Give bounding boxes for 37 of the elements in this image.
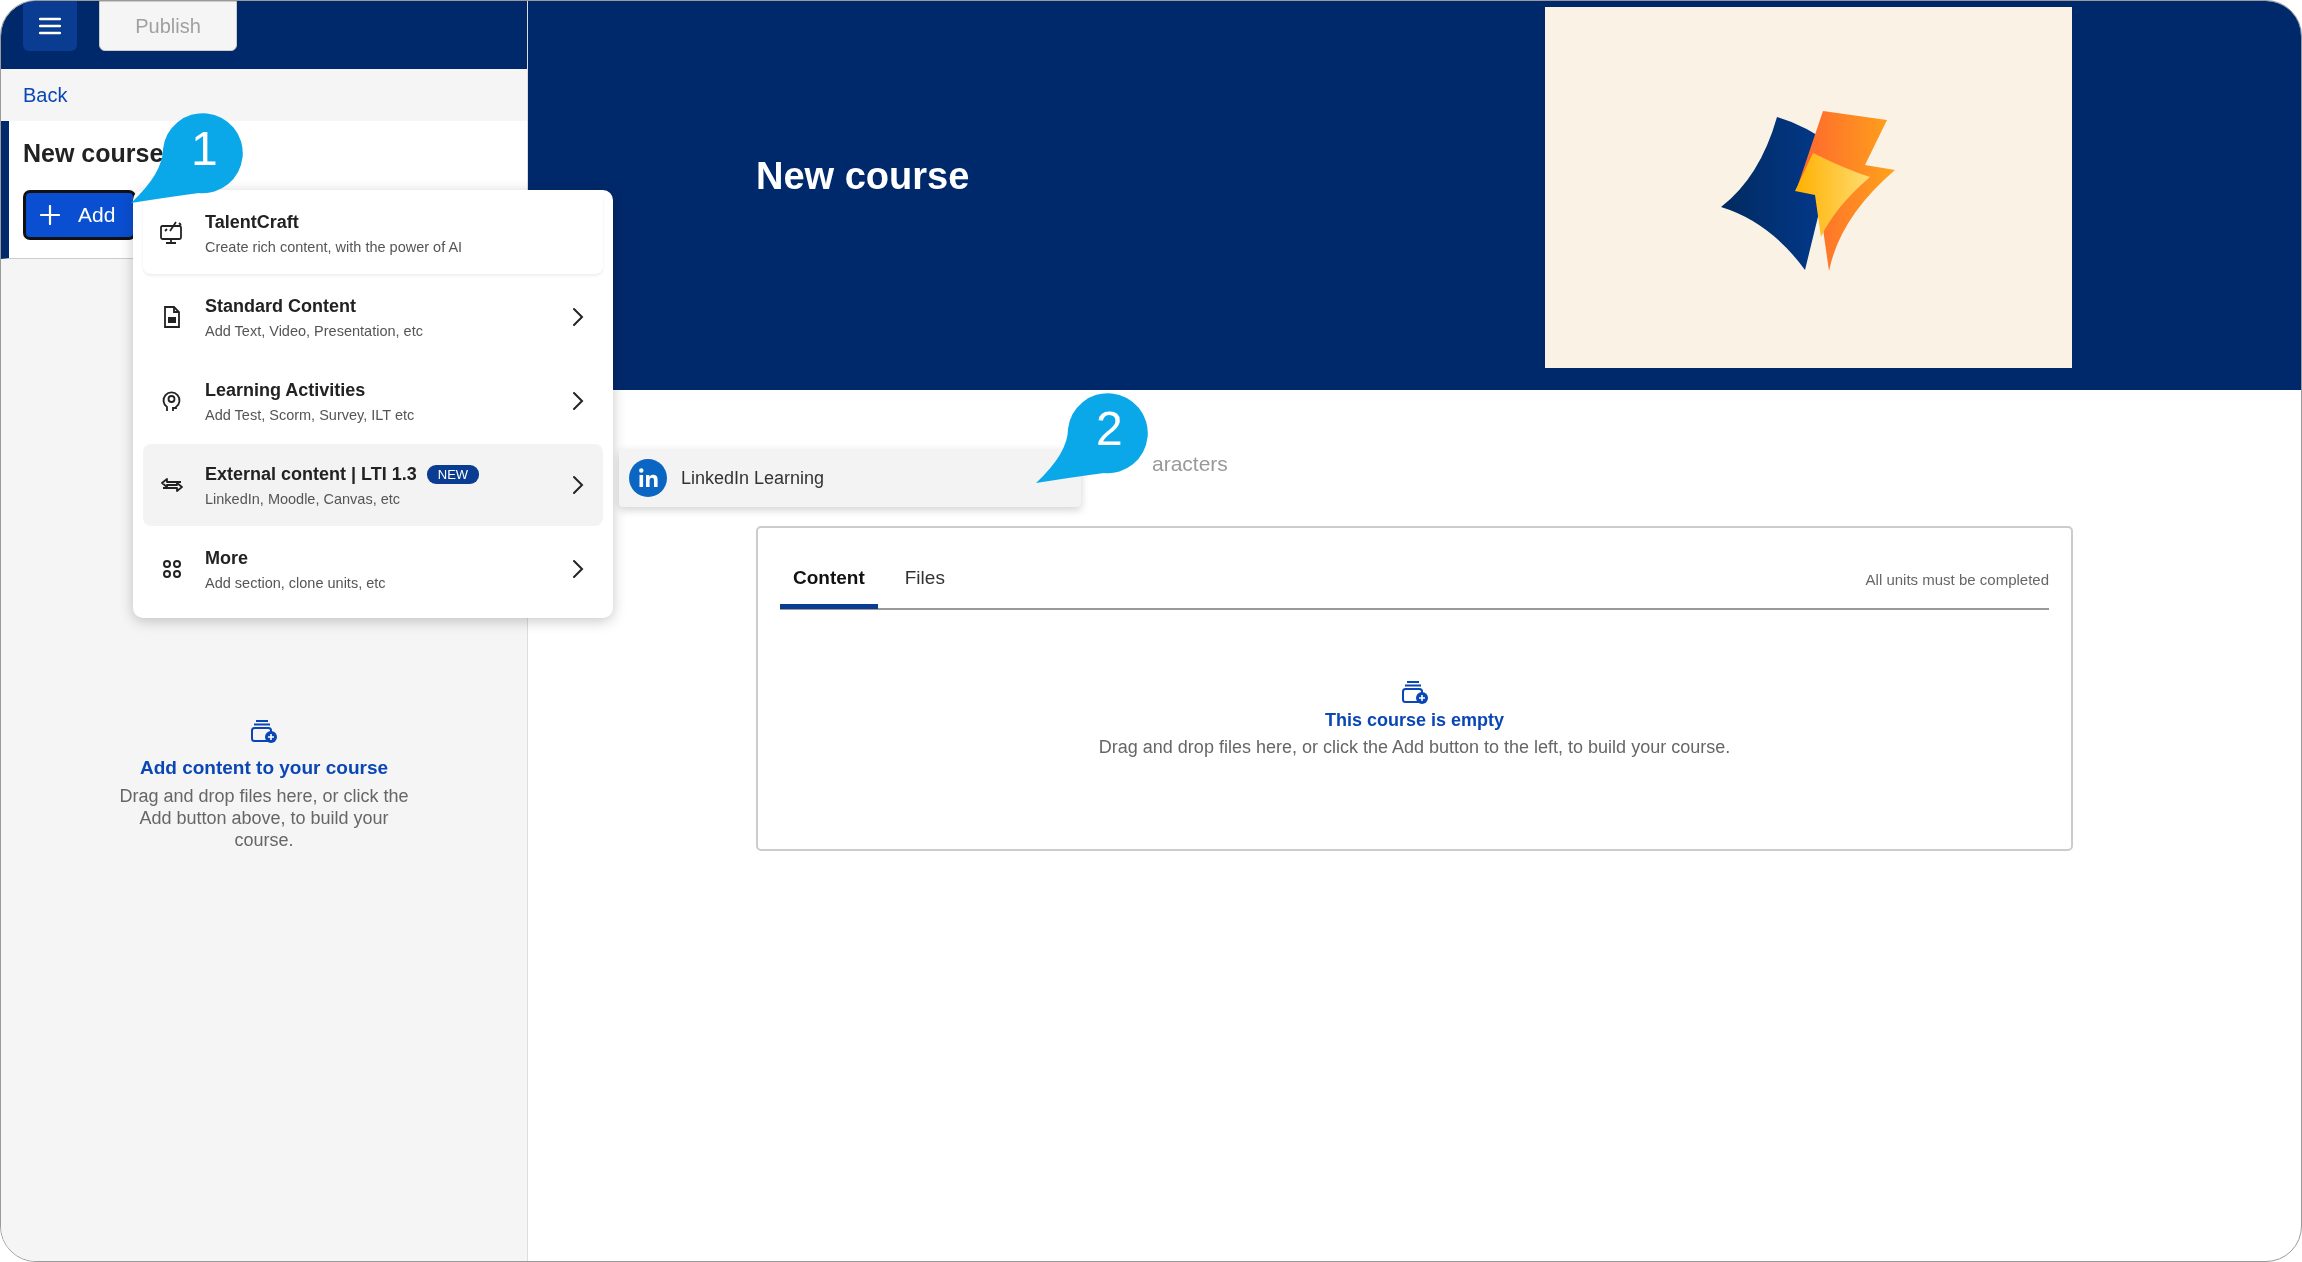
course-title: New course [23,139,164,168]
menu-item[interactable]: Learning Activities Add Test, Scorm, Survey, ILT etc [143,360,603,442]
menu-item-title: Learning Activities [205,379,366,401]
menu-item-description: Create rich content, with the power of AI [205,238,464,255]
add-button[interactable]: Add [23,190,137,240]
tab[interactable]: Files [891,551,958,609]
monitor-sparkle-icon [159,221,185,245]
empty-title: This course is empty [1324,710,1505,731]
empty-title: Add content to your course [139,757,389,779]
menu-item-title: TalentCraft [205,211,299,233]
empty-description: Drag and drop files here, or click the Add button to the left, to build your course. [1098,737,1731,758]
menu-item-description: Add Text, Video, Presentation, etc [205,322,424,339]
menu-item-description: LinkedIn, Moodle, Canvas, etc [205,490,402,507]
stack-add-icon [1400,680,1429,704]
menu-item-title: External content | LTI 1.3 [205,463,417,485]
new-badge: NEW [426,464,480,484]
menu-button[interactable] [23,1,77,51]
menu-item-title: More [205,547,248,569]
completion-rule: All units must be completed [1865,570,2049,588]
plus-icon [40,205,60,225]
linkedin-icon [629,459,667,497]
stack-add-icon [250,719,278,743]
tab[interactable]: Content [780,551,878,609]
menu-item[interactable]: More Add section, clone units, etc [143,528,603,610]
menu-item-description: Add Test, Scorm, Survey, ILT etc [205,406,416,423]
menu-icon [39,17,61,35]
menu-item[interactable]: TalentCraft Create rich content, with the power of AI [143,192,603,274]
empty-description: Drag and drop files here, or click the Add button above, to build your course. [118,785,410,851]
step-callout: 2 [1034,393,1149,485]
menu-item-title: Standard Content [205,295,356,317]
menu-item[interactable]: External content | LTI 1.3 NEW LinkedIn, Moodle, Canvas, etc [143,444,603,526]
back-link[interactable]: Back [23,83,68,107]
submenu-item[interactable]: LinkedIn Learning [619,449,1081,507]
menu-item[interactable]: Standard Content Add Text, Video, Presentation, etc [143,276,603,358]
banner-title: New course [756,155,970,198]
menu-item-description: Add section, clone units, etc [205,574,387,591]
partial-text: aracters [1152,452,1228,475]
